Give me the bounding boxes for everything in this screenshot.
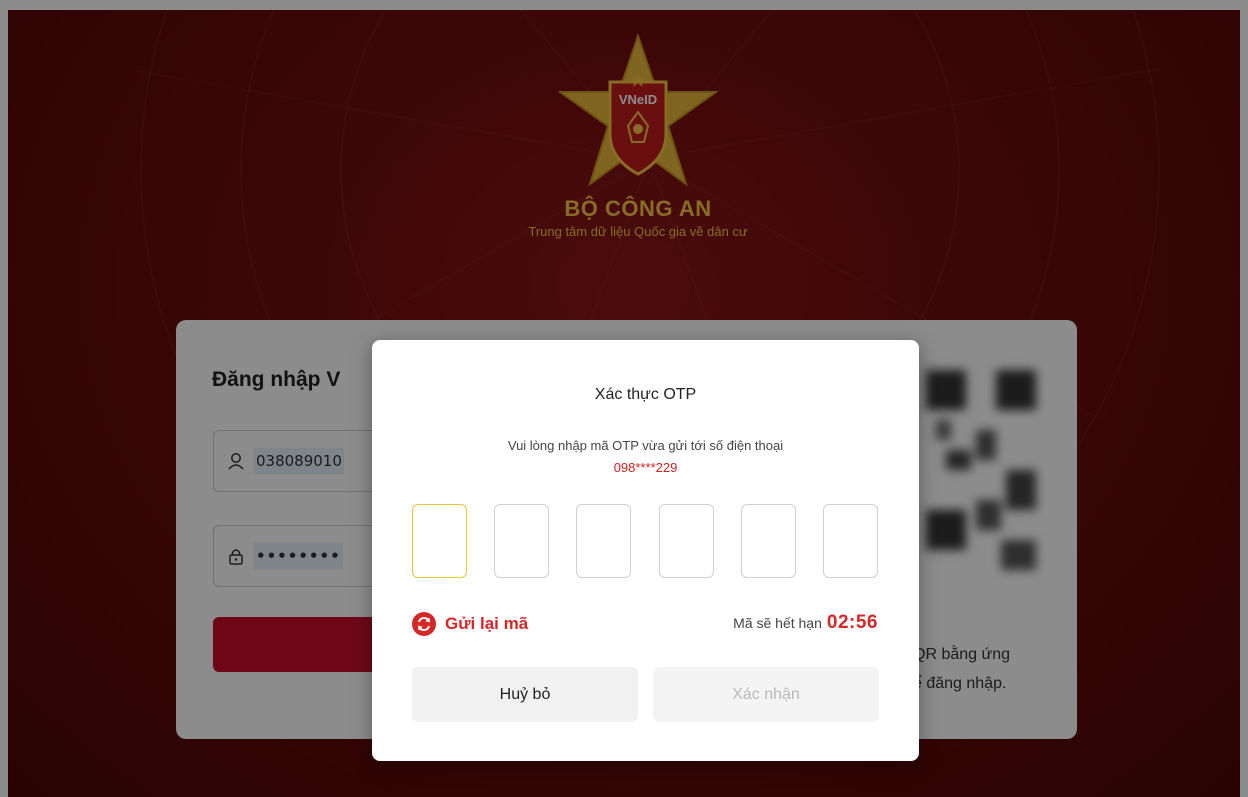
otp-digit-input[interactable] — [494, 504, 549, 578]
cancel-button[interactable]: Huỷ bỏ — [412, 667, 638, 722]
modal-description: Vui lòng nhập mã OTP vừa gửi tới số điện… — [507, 438, 784, 453]
expiry-label: Mã sẽ hết hạn — [733, 615, 822, 631]
otp-digit-input[interactable] — [741, 504, 796, 578]
masked-phone-number: 098****229 — [613, 460, 678, 475]
otp-modal: Xác thực OTP Vui lòng nhập mã OTP vừa gử… — [372, 340, 919, 761]
expiry-info: Mã sẽ hết hạn 02:56 — [733, 612, 878, 634]
otp-digit-input[interactable] — [412, 504, 467, 578]
otp-digit-input[interactable] — [659, 504, 714, 578]
confirm-button[interactable]: Xác nhận — [653, 667, 879, 722]
resend-code-label: Gửi lại mã — [445, 614, 529, 633]
resend-code-button[interactable]: Gửi lại mã — [412, 612, 528, 636]
refresh-icon — [412, 612, 436, 636]
otp-digit-input[interactable] — [823, 504, 878, 578]
otp-digit-input[interactable] — [576, 504, 631, 578]
modal-title: Xác thực OTP — [594, 386, 697, 403]
expiry-countdown: 02:56 — [826, 612, 878, 633]
